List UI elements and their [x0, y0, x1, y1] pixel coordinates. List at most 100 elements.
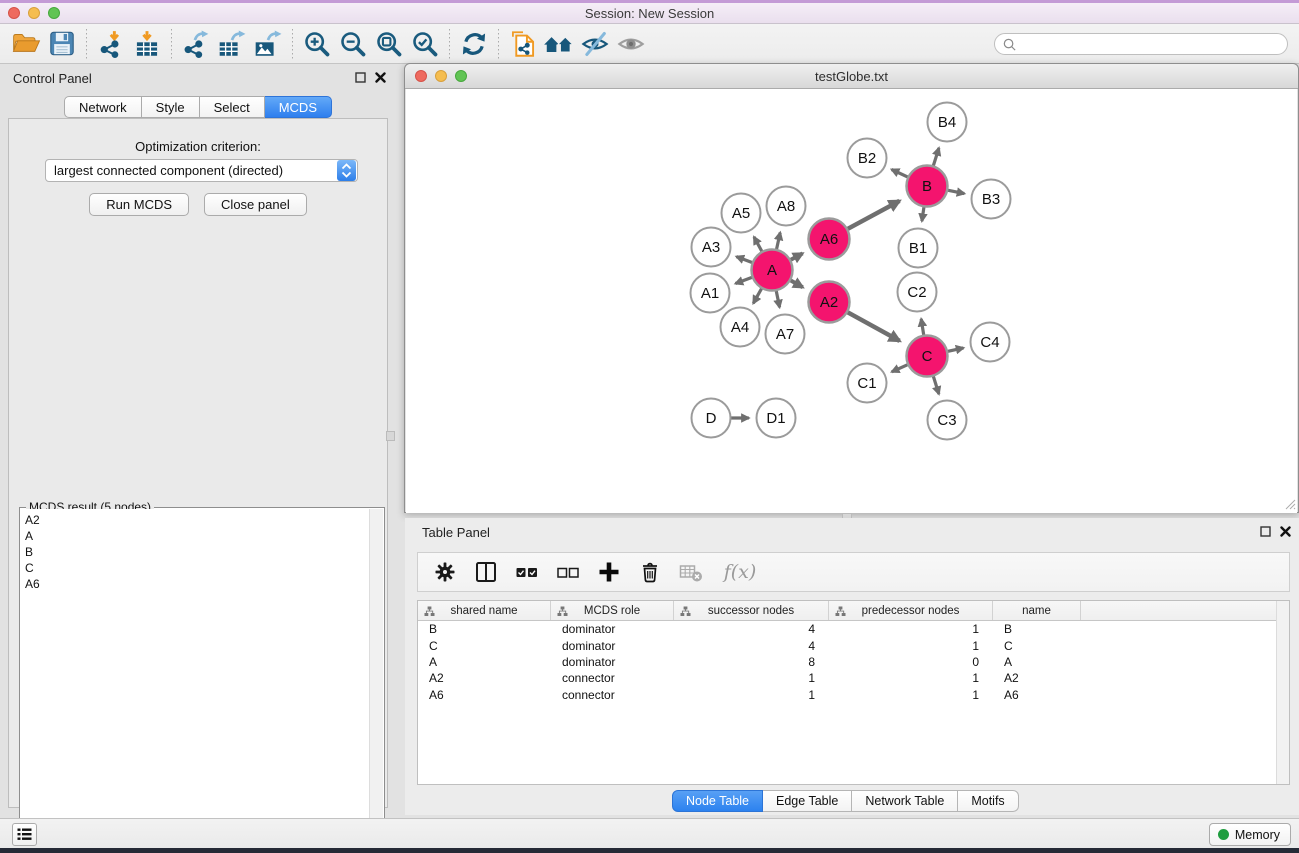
graph-edge-A2-C[interactable]	[845, 311, 899, 341]
tab-motifs[interactable]: Motifs	[958, 790, 1018, 812]
toolbar-search-field[interactable]	[994, 33, 1288, 55]
toolbar-separator	[292, 29, 293, 59]
close-panel-button[interactable]: Close panel	[204, 193, 307, 216]
network-window-titlebar[interactable]: testGlobe.txt	[405, 64, 1298, 89]
function-builder-button[interactable]: f(x)	[718, 558, 762, 586]
column-header-label: successor nodes	[708, 605, 794, 617]
criterion-select[interactable]: largest connected component (directed)	[45, 159, 358, 182]
control-panel-tabs: NetworkStyleSelectMCDS	[6, 96, 390, 118]
table-row[interactable]: Bdominator41B	[418, 621, 1289, 637]
import-network-button[interactable]	[93, 28, 129, 60]
column-header-MCDS-role[interactable]: MCDS role	[551, 601, 674, 620]
new-session-from-network-button[interactable]	[505, 28, 541, 60]
checked-checkboxes-icon	[514, 559, 540, 585]
zoom-selected-button[interactable]	[407, 28, 443, 60]
table-row[interactable]: A6connector11A6	[418, 687, 1289, 703]
graph-edge-A6-B[interactable]	[845, 201, 899, 230]
column-header-label: shared name	[450, 605, 517, 617]
close-panel-icon[interactable]	[1280, 526, 1291, 537]
show-tasks-button[interactable]	[12, 823, 37, 846]
table-panel-title: Table Panel	[422, 525, 490, 540]
close-panel-icon[interactable]	[375, 72, 386, 83]
zoom-out-button[interactable]	[335, 28, 371, 60]
search-input[interactable]	[1017, 37, 1267, 51]
tab-select[interactable]: Select	[200, 96, 265, 118]
tab-style[interactable]: Style	[142, 96, 200, 118]
delete-column-button[interactable]	[636, 558, 664, 586]
column-header-shared-name[interactable]: shared name	[418, 601, 551, 620]
network-graph: B4B2BB3A8A5A6A3B1AA1C2A2A4A7C4CC1C3DD1	[406, 89, 1297, 513]
mcds-result-item[interactable]: A6	[25, 576, 369, 592]
zoom-fit-button[interactable]	[371, 28, 407, 60]
tab-mcds[interactable]: MCDS	[265, 96, 332, 118]
tab-edge-table[interactable]: Edge Table	[763, 790, 852, 812]
unselect-all-columns-button[interactable]	[554, 558, 582, 586]
columns-icon	[473, 559, 499, 585]
open-session-button[interactable]	[8, 28, 44, 60]
eye-slash-icon	[580, 30, 610, 58]
show-columns-button[interactable]	[472, 558, 500, 586]
mcds-result-scrollbar[interactable]	[369, 509, 383, 846]
table-cell: 4	[674, 622, 829, 636]
table-cell: 8	[674, 655, 829, 669]
zoom-in-button[interactable]	[299, 28, 335, 60]
main-toolbar	[0, 24, 1299, 64]
column-header-name[interactable]: name	[993, 601, 1081, 620]
mcds-result-item[interactable]: A2	[25, 512, 369, 528]
graph-node-label: C3	[937, 412, 956, 429]
graph-node-label: B3	[982, 191, 1000, 208]
table-cell: 1	[674, 688, 829, 702]
run-mcds-button[interactable]: Run MCDS	[89, 193, 189, 216]
float-panel-icon[interactable]	[1260, 526, 1271, 537]
zoom-selected-icon	[410, 30, 440, 58]
export-image-button[interactable]	[250, 28, 286, 60]
table-settings-button[interactable]	[431, 558, 459, 586]
window-resize-grip-icon[interactable]	[1284, 498, 1296, 510]
create-column-button[interactable]	[595, 558, 623, 586]
panel-splitter-grip[interactable]	[386, 431, 395, 441]
delete-table-button[interactable]	[677, 558, 705, 586]
status-bar: Memory	[0, 818, 1299, 848]
mcds-result-list[interactable]: A2ABCA6	[21, 509, 369, 846]
graph-node-label: A5	[732, 205, 750, 222]
refresh-icon	[459, 30, 489, 58]
float-panel-icon[interactable]	[355, 72, 366, 83]
hide-graphics-details-button[interactable]	[577, 28, 613, 60]
column-header-successor-nodes[interactable]: successor nodes	[674, 601, 829, 620]
mcds-result-item[interactable]: C	[25, 560, 369, 576]
network-canvas[interactable]: B4B2BB3A8A5A6A3B1AA1C2A2A4A7C4CC1C3DD1	[406, 89, 1297, 513]
task-list-icon	[17, 828, 32, 841]
table-cell: A6	[993, 688, 1081, 702]
table-cell: connector	[551, 671, 674, 685]
table-row[interactable]: A2connector11A2	[418, 670, 1289, 686]
tab-network[interactable]: Network	[64, 96, 142, 118]
export-network-icon	[181, 30, 211, 58]
table-cell: 1	[829, 671, 993, 685]
table-scrollbar[interactable]	[1276, 601, 1289, 784]
clone-network-document-icon	[508, 30, 538, 58]
main-area: Control Panel NetworkStyleSelectMCDS Opt…	[0, 64, 1299, 818]
save-session-button[interactable]	[44, 28, 80, 60]
select-all-columns-button[interactable]	[513, 558, 541, 586]
show-graphics-details-button[interactable]	[613, 28, 649, 60]
table-cell: dominator	[551, 639, 674, 653]
toolbar-separator	[86, 29, 87, 59]
graph-node-label: C4	[980, 334, 999, 351]
export-table-button[interactable]	[214, 28, 250, 60]
graph-node-label: D	[706, 410, 717, 427]
refresh-layout-button[interactable]	[456, 28, 492, 60]
save-floppy-icon	[48, 30, 76, 57]
export-network-button[interactable]	[178, 28, 214, 60]
mcds-result-item[interactable]: B	[25, 544, 369, 560]
column-header-predecessor-nodes[interactable]: predecessor nodes	[829, 601, 993, 620]
table-row[interactable]: Adominator80A	[418, 654, 1289, 670]
table-panel: Table Panel	[405, 518, 1299, 815]
mcds-result-item[interactable]: A	[25, 528, 369, 544]
table-row[interactable]: Cdominator41C	[418, 637, 1289, 653]
import-table-button[interactable]	[129, 28, 165, 60]
tab-node-table[interactable]: Node Table	[672, 790, 763, 812]
tab-network-table[interactable]: Network Table	[852, 790, 958, 812]
memory-button[interactable]: Memory	[1209, 823, 1291, 846]
show-network-overview-button[interactable]	[541, 28, 577, 60]
graph-node-label: A7	[776, 326, 794, 343]
